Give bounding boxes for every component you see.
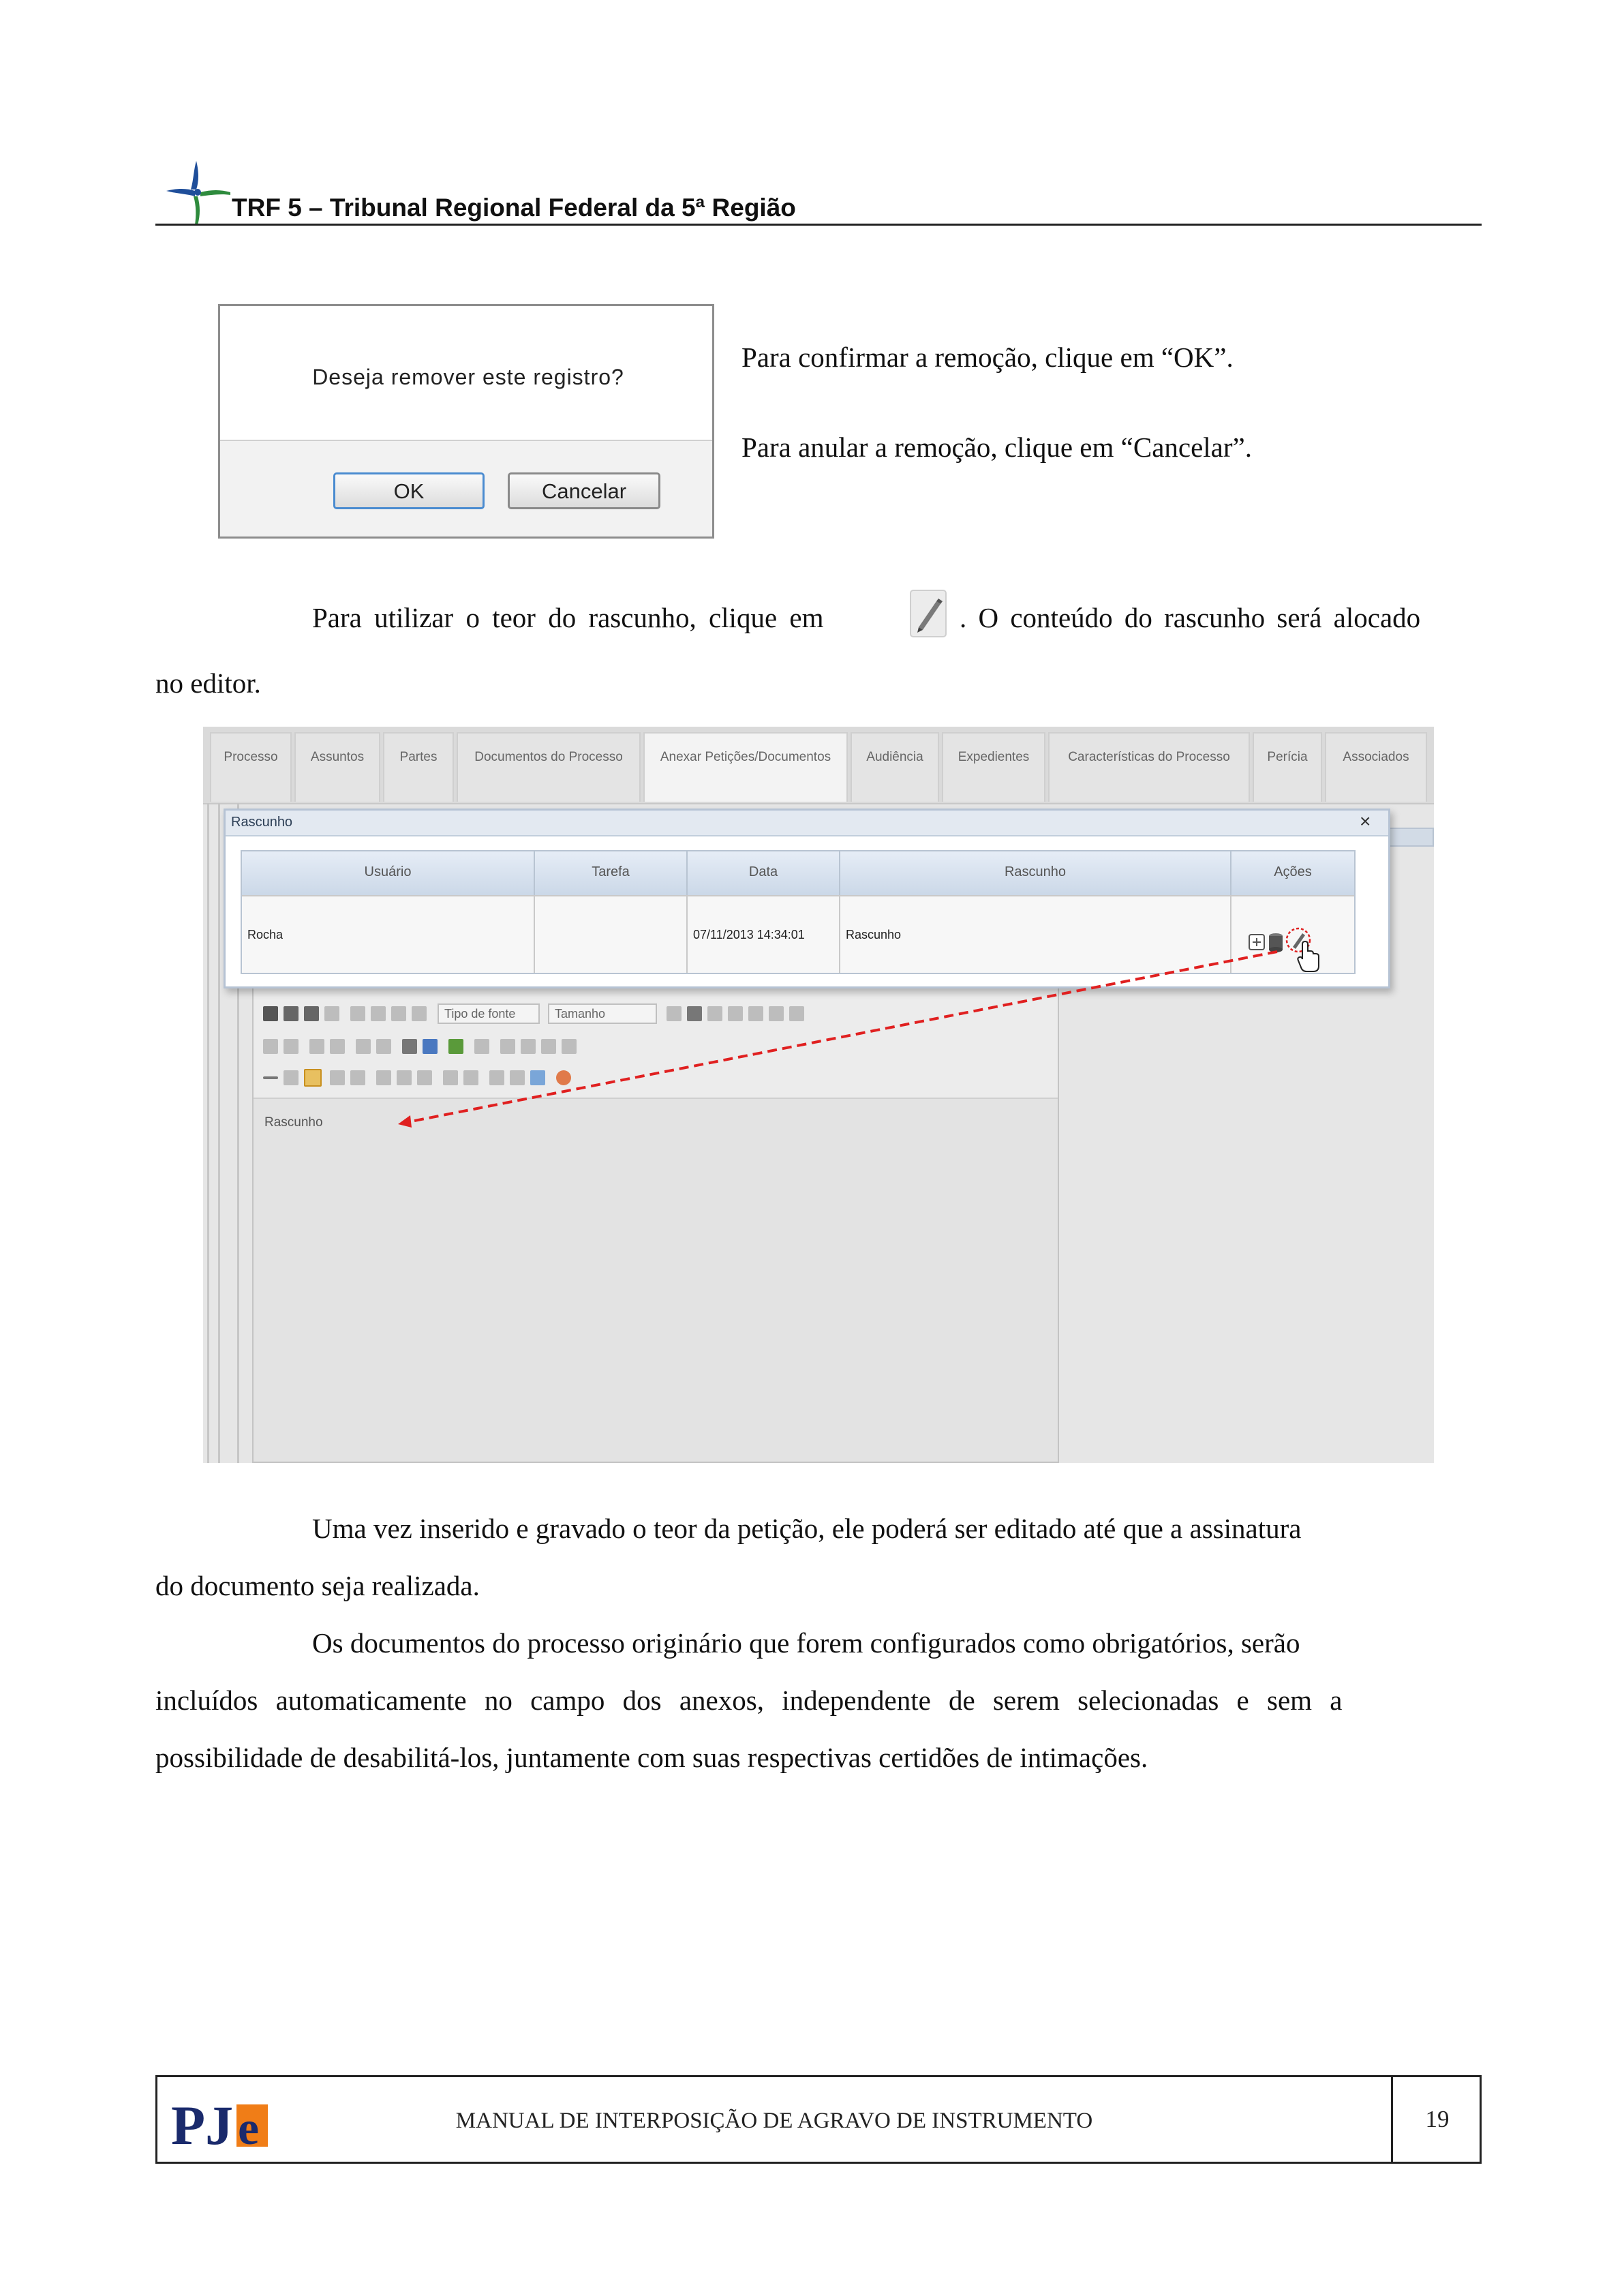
confirm-dialog: Deseja remover este registro? OK Cancela… (218, 304, 714, 539)
page-number: 19 (1425, 2106, 1450, 2132)
header-rule (155, 224, 1482, 226)
body-paragraph-1-line-2: do documento seja realizada. (155, 1570, 480, 1601)
ok-button[interactable]: OK (333, 472, 485, 509)
instruction-use-draft-start: Para utilizar o teor do rascunho, clique… (312, 602, 824, 633)
trf5-logo-icon (166, 161, 230, 225)
instruction-use-draft-end: . O conteúdo do rascunho será alocado (960, 602, 1421, 633)
instruction-use-draft-line2: no editor. (155, 667, 261, 699)
editor-screenshot: Processo Assuntos Partes Documentos do P… (203, 727, 1434, 1463)
instruction-cancel: Para anular a remoção, clique em “Cancel… (741, 432, 1252, 463)
red-dashed-arrow (398, 950, 1278, 1128)
body-paragraph-2-line-2: incluídos automaticamente no campo dos a… (155, 1685, 1343, 1716)
pencil-icon (910, 590, 947, 637)
cancel-button[interactable]: Cancelar (508, 472, 660, 509)
body-paragraph-1-line-1: Uma vez inserido e gravado o teor da pet… (312, 1513, 1302, 1544)
instruction-confirm: Para confirmar a remoção, clique em “OK”… (741, 342, 1234, 373)
body-paragraph-2-line-3: possibilidade de desabilitá-los, juntame… (155, 1742, 1148, 1773)
header-title: TRF 5 – Tribunal Regional Federal da 5ª … (232, 194, 796, 222)
body-paragraph-2-line-1: Os documentos do processo originário que… (312, 1627, 1300, 1659)
page-footer: PJ e MANUAL DE INTERPOSIÇÃO DE AGRAVO DE… (155, 2075, 1482, 2164)
footer-title: MANUAL DE INTERPOSIÇÃO DE AGRAVO DE INST… (455, 2109, 1093, 2133)
dialog-message: Deseja remover este registro? (312, 365, 624, 389)
